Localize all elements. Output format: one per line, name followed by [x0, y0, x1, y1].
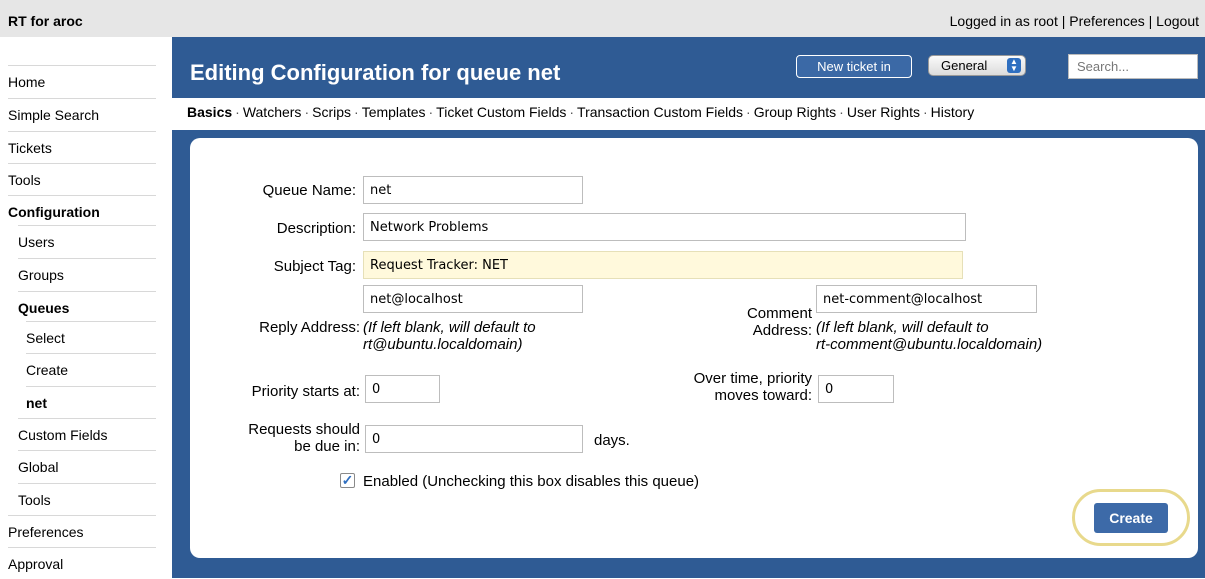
separator: |	[1144, 13, 1157, 29]
top-bar: RT for aroc Logged in as root | Preferen…	[0, 0, 1205, 37]
reply-address-hint: (If left blank, will default to rt@ubunt…	[363, 319, 623, 353]
sidebar-item-net[interactable]: net	[26, 386, 156, 418]
tab-separator: ·	[569, 104, 575, 120]
page-title: Editing Configuration for queue net	[190, 60, 561, 85]
create-button[interactable]: Create	[1094, 503, 1168, 533]
sidebar-item-users[interactable]: Users	[18, 225, 156, 257]
sidebar-item-configuration[interactable]: Configuration	[8, 195, 156, 227]
sidebar-item-tickets[interactable]: Tickets	[8, 131, 156, 163]
tab-bar: Basics · Watchers · Scrips · Templates · Ticket …	[172, 98, 1205, 130]
select-arrows-icon: ▲ ▼	[1007, 58, 1021, 73]
comment-hint-line-1: (If left blank, will default to	[816, 319, 989, 336]
enabled-label: Enabled (Unchecking this box disables th…	[363, 473, 700, 490]
logout-link[interactable]: Logout	[1156, 13, 1199, 29]
priority-start-label: Priority starts at:	[251, 383, 360, 400]
sidebar-item-global[interactable]: Global	[18, 450, 156, 482]
sidebar-item-queues[interactable]: Queues	[18, 291, 156, 323]
priority-final-field[interactable]	[818, 375, 894, 403]
subject-tag-field[interactable]	[363, 251, 963, 279]
due-in-unit: days.	[594, 432, 630, 449]
tab-separator: ·	[354, 104, 359, 120]
priority-final-label-line-1: Over time, priority	[693, 370, 812, 387]
queue-name-field[interactable]	[363, 176, 583, 204]
tab-watchers[interactable]: Watchers	[243, 104, 302, 120]
queue-select-value: General	[941, 58, 988, 73]
comment-label-line-1: Comment	[746, 305, 812, 322]
tab-basics[interactable]: Basics	[187, 104, 232, 120]
priority-final-label-line-2: moves toward:	[714, 387, 812, 404]
new-ticket-button[interactable]: New ticket in	[796, 55, 912, 78]
comment-label-line-2: Address:	[752, 322, 812, 339]
priority-start-field[interactable]	[365, 375, 440, 403]
due-in-label: Requests should be due in:	[200, 421, 360, 455]
queue-name-label: Queue Name:	[262, 182, 356, 199]
priority-final-label: Over time, priority moves toward:	[640, 370, 812, 404]
tab-separator: ·	[428, 104, 434, 120]
tab-transaction-custom-fields[interactable]: Transaction Custom Fields	[577, 104, 743, 120]
sidebar-item-select[interactable]: Select	[26, 321, 156, 353]
due-in-label-line-1: Requests should	[248, 421, 360, 438]
comment-address-hint: (If left blank, will default to rt-comme…	[816, 319, 1116, 353]
tab-group-rights[interactable]: Group Rights	[754, 104, 836, 120]
checkmark-icon: ✓	[341, 472, 354, 488]
sidebar-item-custom-fields[interactable]: Custom Fields	[18, 418, 156, 450]
search-input[interactable]	[1068, 54, 1198, 79]
sidebar-item-home[interactable]: Home	[8, 65, 156, 97]
tab-ticket-custom-fields[interactable]: Ticket Custom Fields	[436, 104, 566, 120]
logged-in-text: Logged in as root	[949, 13, 1058, 29]
user-menu: Logged in as root | Preferences | Logout	[950, 13, 1199, 29]
tab-user-rights[interactable]: User Rights	[847, 104, 920, 120]
comment-hint-line-2: rt-comment@ubuntu.localdomain)	[816, 336, 1043, 353]
reply-address-label: Reply Address:	[259, 319, 360, 336]
description-field[interactable]	[363, 213, 966, 241]
description-label: Description:	[276, 220, 356, 237]
sidebar-item-tools-sub[interactable]: Tools	[18, 483, 156, 515]
reply-hint-line-2: rt@ubuntu.localdomain)	[363, 336, 523, 353]
tab-separator: ·	[235, 104, 240, 120]
tab-scrips[interactable]: Scrips	[312, 104, 351, 120]
sidebar-item-groups[interactable]: Groups	[18, 258, 156, 290]
tab-separator: ·	[922, 104, 928, 120]
tab-separator: ·	[839, 104, 844, 120]
tab-separator: ·	[304, 104, 310, 120]
reply-address-field[interactable]	[363, 285, 583, 313]
sidebar-item-create[interactable]: Create	[26, 353, 156, 385]
sidebar-item-simple-search[interactable]: Simple Search	[8, 98, 156, 130]
due-in-field[interactable]	[365, 425, 583, 453]
comment-address-label: Comment Address:	[690, 305, 812, 339]
due-in-label-line-2: be due in:	[294, 438, 360, 455]
tab-separator: ·	[746, 104, 751, 120]
enabled-checkbox[interactable]: ✓	[340, 473, 355, 488]
queue-select[interactable]: General ▲ ▼	[928, 55, 1026, 76]
separator: |	[1057, 13, 1070, 29]
app-title: RT for aroc	[8, 13, 83, 29]
tab-history[interactable]: History	[931, 104, 975, 120]
subject-tag-label: Subject Tag:	[273, 258, 356, 275]
reply-hint-line-1: (If left blank, will default to	[363, 319, 536, 336]
sidebar-item-approval[interactable]: Approval	[8, 547, 156, 579]
comment-address-field[interactable]	[816, 285, 1037, 313]
tab-templates[interactable]: Templates	[362, 104, 426, 120]
sidebar-item-preferences[interactable]: Preferences	[8, 515, 156, 547]
preferences-link[interactable]: Preferences	[1069, 13, 1144, 29]
sidebar-item-tools[interactable]: Tools	[8, 163, 156, 195]
sidebar: Home Simple Search Tickets Tools Configu…	[0, 37, 172, 578]
